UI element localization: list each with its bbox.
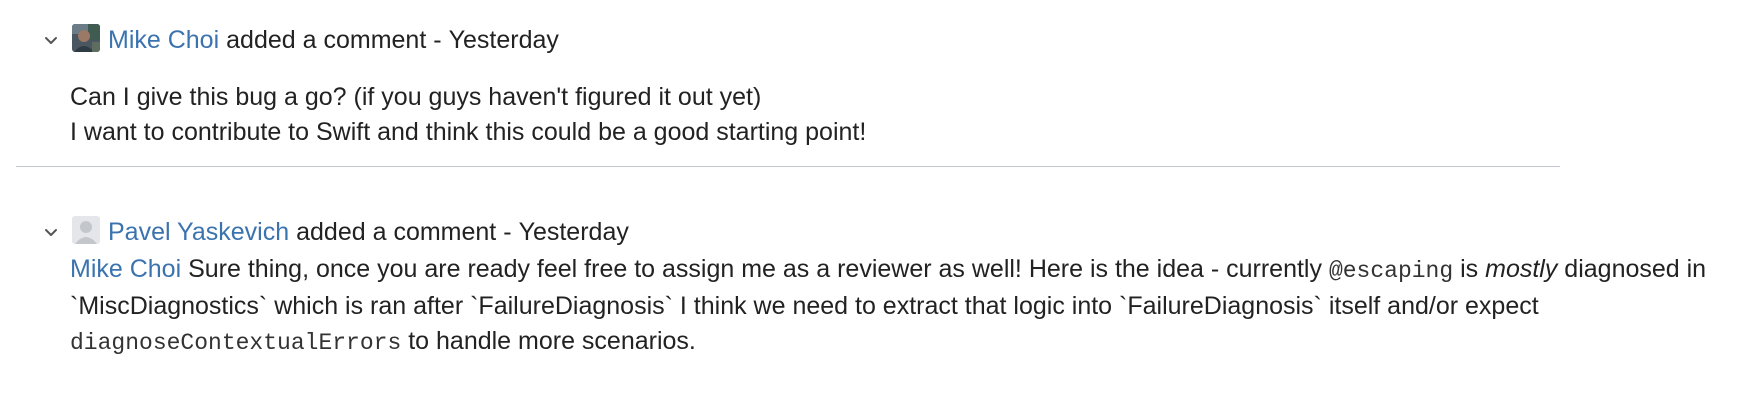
comment-item: Pavel Yaskevich added a comment - Yester… [0,193,1748,418]
comment-text: is [1453,255,1486,283]
comment-action-text: added a comment [226,25,427,54]
comment-timestamp[interactable]: Yesterday [449,26,559,55]
comment-header: Pavel Yaskevich added a comment - Yester… [44,213,629,251]
comment-item: Mike Choi added a comment - Yesterday Ca… [0,0,1748,186]
comment-author-link[interactable]: Pavel Yaskevich [108,218,289,247]
comment-paragraph: I want to contribute to Swift and think … [70,118,867,146]
activity-comments: Mike Choi added a comment - Yesterday Ca… [0,0,1748,418]
comment-text: Sure thing, once you are ready feel free… [181,255,1329,283]
comment-paragraph: Can I give this bug a go? (if you guys h… [70,83,762,111]
comment-timestamp[interactable]: Yesterday [519,218,629,247]
comment-action-text: added a comment [296,217,497,246]
comment-separator: - [433,25,442,54]
inline-code: @escaping [1328,258,1454,284]
comment-body: Mike Choi Sure thing, once you are ready… [70,252,1710,361]
comment-separator: - [503,217,512,246]
inline-code: diagnoseContextualErrors [70,330,402,356]
user-mention-link[interactable]: Mike Choi [70,255,181,283]
comment-text: to handle more scenarios. [401,327,696,355]
comment-header: Mike Choi added a comment - Yesterday [44,21,559,59]
comment-body: Can I give this bug a go? (if you guys h… [70,80,1710,150]
default-avatar-icon[interactable] [72,216,100,244]
comment-paragraph: Mike Choi Sure thing, once you are ready… [70,252,1710,361]
comment-author-link[interactable]: Mike Choi [108,26,219,55]
emphasis-text: mostly [1485,255,1558,283]
comment-divider [16,166,1560,167]
chevron-down-icon[interactable] [44,226,58,240]
chevron-down-icon[interactable] [44,34,58,48]
user-photo-icon[interactable] [72,24,100,52]
